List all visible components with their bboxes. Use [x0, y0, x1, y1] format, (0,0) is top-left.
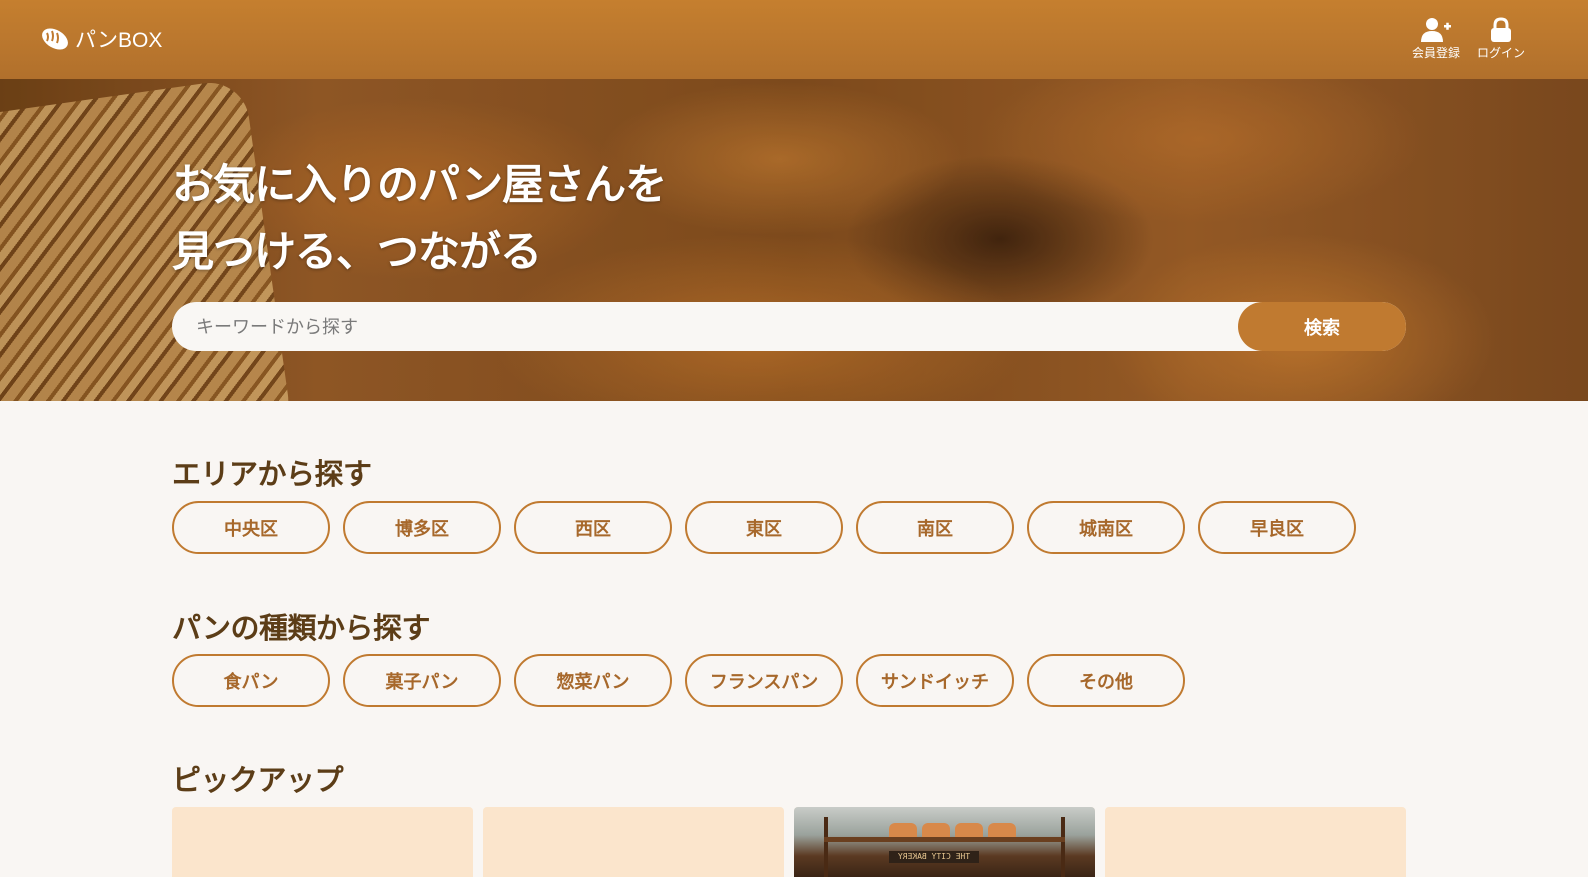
- area-list: 中央区 博多区 西区 東区 南区 城南区 早良区: [172, 501, 1356, 554]
- area-pill-jonan[interactable]: 城南区: [1027, 501, 1185, 554]
- login-button[interactable]: ログイン: [1477, 17, 1525, 61]
- area-section-title: エリアから探す: [172, 457, 372, 491]
- lock-icon: [1491, 17, 1511, 42]
- hero-title-line1: お気に入りのパン屋さんを: [172, 160, 667, 209]
- search-input[interactable]: [194, 302, 1228, 353]
- area-pill-higashi[interactable]: 東区: [685, 501, 843, 554]
- hero-title: お気に入りのパン屋さんを 見つける、つながる: [172, 151, 667, 285]
- type-pill-other[interactable]: その他: [1027, 654, 1185, 707]
- site-header: パンBOX 会員登録 ログイン: [0, 0, 1588, 79]
- search-button[interactable]: 検索: [1238, 302, 1406, 351]
- pickup-card-photo: THE CITY BAKERY: [794, 807, 1095, 877]
- area-pill-chuo[interactable]: 中央区: [172, 501, 330, 554]
- pickup-card[interactable]: THE CITY BAKERY: [794, 807, 1095, 877]
- area-pill-sawara[interactable]: 早良区: [1198, 501, 1356, 554]
- user-plus-icon: [1421, 18, 1451, 42]
- pickup-list: THE CITY BAKERY: [172, 807, 1406, 877]
- login-label: ログイン: [1477, 46, 1526, 60]
- area-pill-hakata[interactable]: 博多区: [343, 501, 501, 554]
- type-pill-shokupan[interactable]: 食パン: [172, 654, 330, 707]
- pickup-section-title: ピックアップ: [172, 763, 344, 797]
- register-label: 会員登録: [1412, 46, 1461, 60]
- site-logo[interactable]: パンBOX: [39, 24, 162, 54]
- type-list: 食パン 菓子パン 惣菜パン フランスパン サンドイッチ その他: [172, 654, 1185, 707]
- area-pill-nishi[interactable]: 西区: [514, 501, 672, 554]
- pickup-card[interactable]: [172, 807, 473, 877]
- type-pill-sozaipan[interactable]: 惣菜パン: [514, 654, 672, 707]
- register-button[interactable]: 会員登録: [1412, 17, 1460, 61]
- type-section-title: パンの種類から探す: [172, 611, 430, 645]
- area-pill-minami[interactable]: 南区: [856, 501, 1014, 554]
- type-pill-kashipan[interactable]: 菓子パン: [343, 654, 501, 707]
- type-pill-france[interactable]: フランスパン: [685, 654, 843, 707]
- search-bar: 検索: [172, 302, 1406, 353]
- hero-title-line2: 見つける、つながる: [172, 227, 542, 276]
- pickup-card[interactable]: [1105, 807, 1406, 877]
- pickup-card[interactable]: [483, 807, 784, 877]
- type-pill-sandwich[interactable]: サンドイッチ: [856, 654, 1014, 707]
- hero-banner: お気に入りのパン屋さんを 見つける、つながる 検索: [0, 79, 1588, 401]
- bread-icon: [42, 28, 68, 50]
- bakery-sign: THE CITY BAKERY: [889, 851, 979, 863]
- logo-text: パンBOX: [75, 29, 163, 52]
